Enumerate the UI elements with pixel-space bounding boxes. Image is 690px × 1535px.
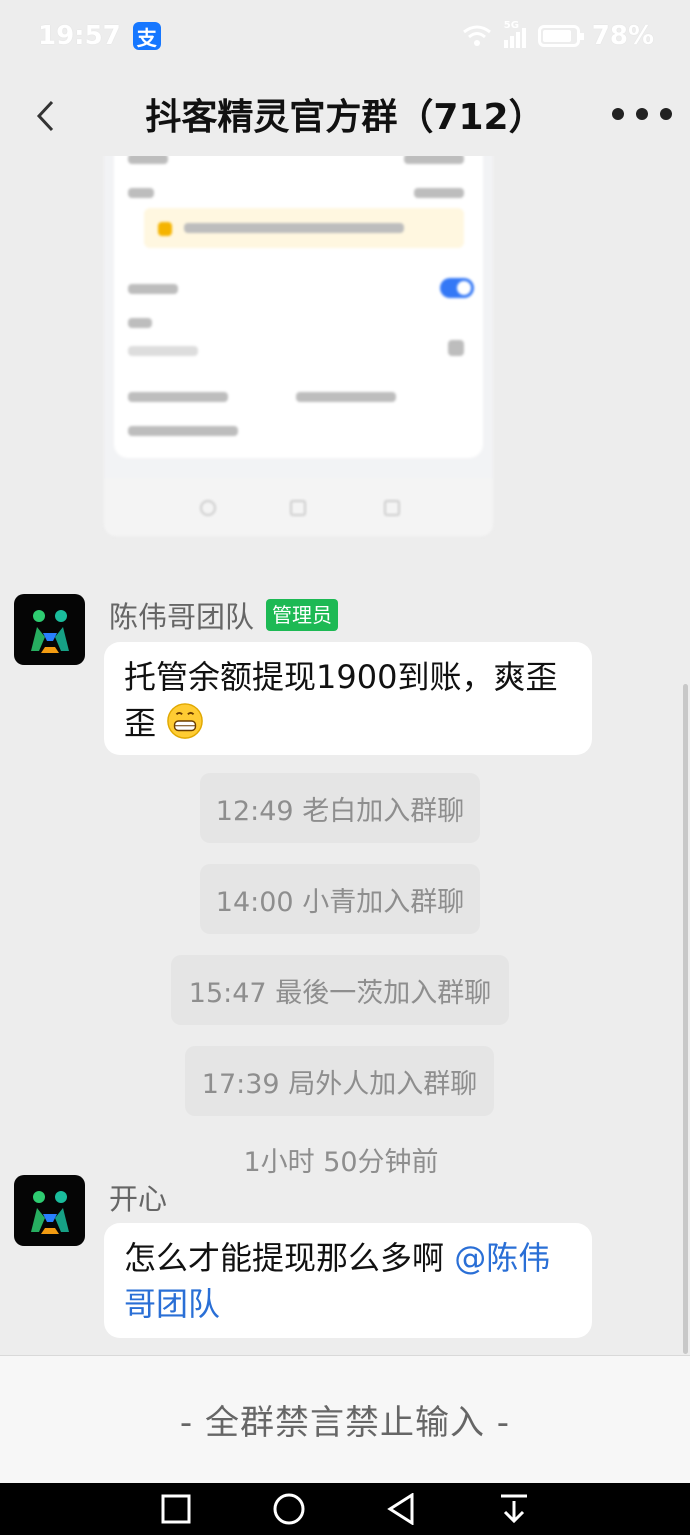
message-bubble[interactable]: 怎么才能提现那么多啊 @陈伟哥团队 (104, 1223, 592, 1338)
chevron-left-icon[interactable] (30, 98, 60, 134)
blurred-line (296, 392, 396, 402)
blurred-line (128, 392, 228, 402)
mute-notice-bar: - 全群禁言禁止输入 - (0, 1355, 690, 1483)
blurred-line (404, 156, 464, 164)
avatar[interactable] (14, 594, 85, 665)
chat-area[interactable]: 陈伟哥团队 管理员 托管余额提现1900到账，爽歪歪 12:49 老白加入群聊 … (0, 156, 690, 1355)
system-message: 14:00 小青加入群聊 (200, 864, 480, 934)
avatar[interactable] (14, 1175, 85, 1246)
wifi-icon (462, 25, 491, 46)
admin-badge: 管理员 (266, 599, 339, 631)
system-message: 12:49 老白加入群聊 (200, 773, 480, 843)
message-sender: 开心 (109, 1176, 167, 1218)
message-sender: 陈伟哥团队 管理员 (109, 594, 339, 636)
sender-name: 陈伟哥团队 (109, 600, 255, 634)
sender-name: 开心 (109, 1182, 168, 1216)
team-logo-icon (30, 609, 69, 653)
network-label: 5G (503, 20, 519, 31)
system-message: 15:47 最後一茨加入群聊 (171, 955, 509, 1025)
status-right: 5G 78% (462, 20, 654, 51)
blurred-line (128, 426, 238, 436)
mute-notice-text: - 全群禁言禁止输入 - (179, 1403, 511, 1443)
signal-icon: 5G (503, 20, 526, 48)
blurred-notice (144, 208, 464, 248)
download-arrow-icon[interactable] (494, 1489, 534, 1529)
status-left: 19:57 支 (38, 21, 161, 51)
blurred-line (128, 156, 168, 164)
battery-icon (537, 25, 584, 47)
message-bubble[interactable]: 托管余额提现1900到账，爽歪歪 (104, 642, 592, 755)
blurred-line (128, 284, 178, 294)
grinning-face-emoji (167, 703, 203, 739)
blurred-warning-icon (158, 222, 172, 236)
blurred-line (128, 188, 154, 198)
system-nav-bar (0, 1483, 690, 1535)
status-time: 19:57 (38, 21, 121, 51)
status-bar: 19:57 支 5G 78% (0, 0, 690, 72)
alipay-icon: 支 (132, 22, 161, 50)
message-text: 怎么才能提现那么多啊 (124, 1239, 455, 1277)
more-dots-icon[interactable] (612, 96, 672, 132)
system-message: 17:39 局外人加入群聊 (185, 1046, 494, 1116)
shared-screenshot-image[interactable] (104, 156, 493, 536)
blurred-toggle (440, 278, 474, 298)
blurred-line (128, 318, 152, 328)
triangle-back-icon[interactable] (381, 1489, 421, 1529)
blurred-line (184, 223, 404, 233)
time-divider: 1小时 50分钟前 (243, 1147, 439, 1178)
blurred-line (414, 188, 464, 198)
blurred-trash-icon (448, 340, 464, 356)
square-recents-icon[interactable] (156, 1489, 196, 1529)
team-logo-icon (30, 1190, 69, 1234)
screenshot-panel (114, 156, 483, 458)
chat-title: 抖客精灵官方群（712） (145, 97, 545, 138)
circle-home-icon[interactable] (269, 1489, 309, 1529)
battery-percent: 78% (591, 21, 654, 51)
chat-header: 抖客精灵官方群（712） (0, 72, 690, 156)
scrollbar[interactable] (683, 684, 688, 1354)
blurred-line (128, 346, 198, 356)
blurred-nav (104, 478, 493, 536)
